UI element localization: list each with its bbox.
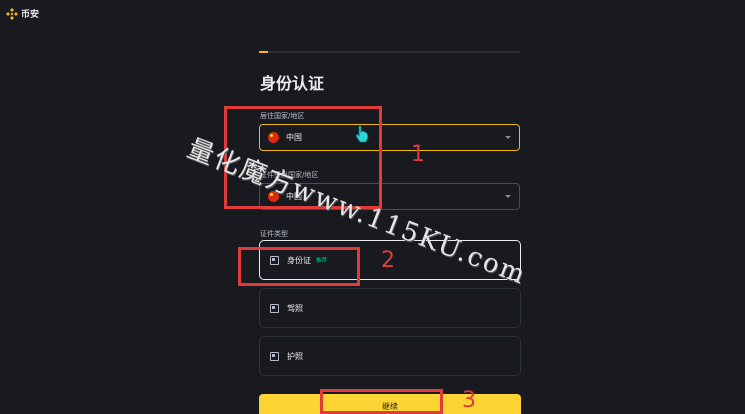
progress-fill <box>259 51 269 53</box>
chevron-down-icon <box>505 136 511 139</box>
annotation-number-1: 1 <box>411 142 425 167</box>
progress-bar <box>259 51 520 53</box>
annotation-number-3: 3 <box>462 388 476 413</box>
doc-option-driver-license[interactable]: 驾照 <box>259 288 521 328</box>
passport-icon <box>270 351 279 361</box>
doc-option-label: 护照 <box>287 351 303 361</box>
annotation-number-2: 2 <box>381 248 395 273</box>
binance-logo[interactable]: 币安 <box>6 7 39 20</box>
page-title: 身份认证 <box>260 74 325 93</box>
annotation-box-3 <box>320 389 443 414</box>
driver-license-icon <box>270 303 279 313</box>
logo-text: 币安 <box>21 10 40 20</box>
doc-option-passport[interactable]: 护照 <box>259 336 521 376</box>
doc-type-label: 证件类型 <box>260 230 288 238</box>
doc-option-label: 驾照 <box>287 303 303 313</box>
chevron-down-icon <box>505 195 511 198</box>
binance-diamond-icon <box>6 7 18 20</box>
annotation-box-2 <box>238 247 360 286</box>
